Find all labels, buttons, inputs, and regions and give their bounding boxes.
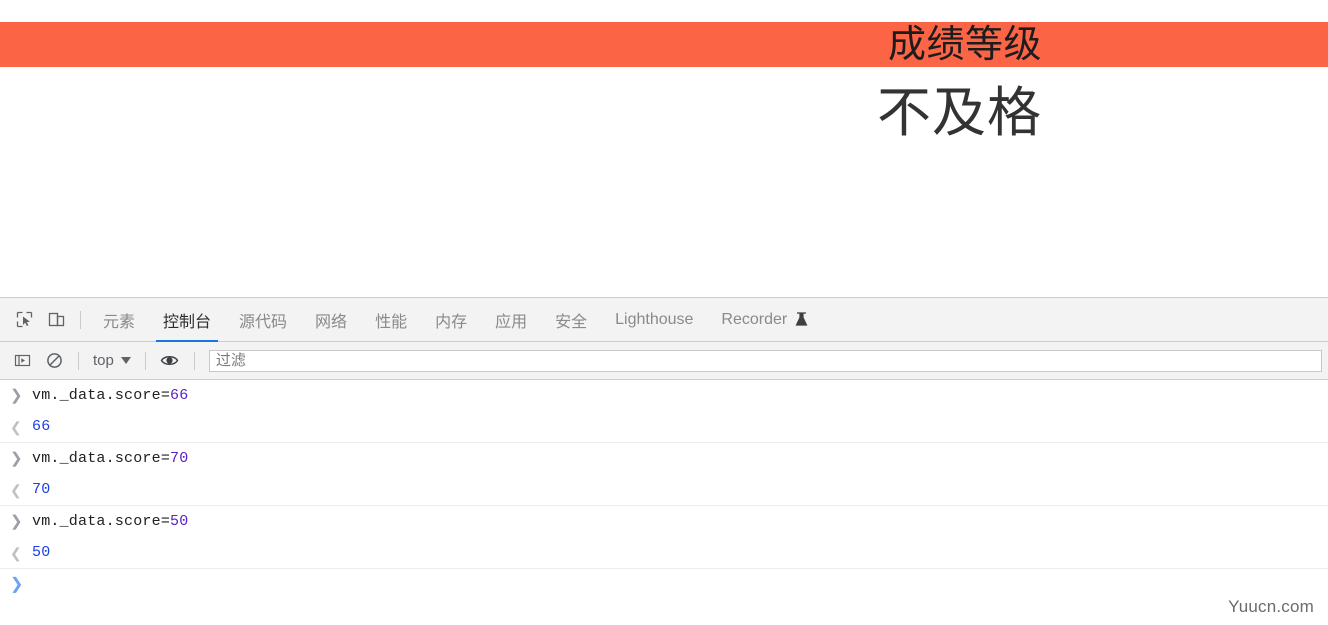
tab-console[interactable]: 控制台 (149, 298, 225, 342)
toolbar-divider (80, 310, 81, 329)
console-result: 50 (32, 544, 51, 561)
console-input-line[interactable]: ❯ vm._data.score= 70 (0, 443, 1328, 474)
console-result: 70 (32, 481, 51, 498)
output-arrow-icon: ❮ (10, 481, 22, 498)
tab-performance[interactable]: 性能 (361, 298, 421, 342)
tab-label: 源代码 (239, 313, 288, 331)
tab-sources[interactable]: 源代码 (225, 298, 301, 342)
tab-label: 控制台 (163, 313, 212, 331)
console-expression-value: 70 (170, 450, 189, 467)
input-arrow-icon: ❯ (10, 513, 23, 530)
console-prompt[interactable]: ❯ (0, 569, 1328, 600)
grade-result-text: 不及格 (877, 83, 1042, 143)
console-output-line: ❮ 66 (0, 411, 1328, 442)
output-arrow-icon: ❮ (10, 544, 22, 561)
console-entry-group: ❯ vm._data.score= 50 ❮ 50 (0, 506, 1328, 569)
tab-lighthouse[interactable]: Lighthouse (601, 298, 707, 342)
input-arrow-icon: ❯ (10, 450, 23, 467)
toolbar-divider (193, 351, 195, 370)
console-expression-value: 50 (170, 513, 189, 530)
execution-context-label: top (93, 352, 114, 369)
console-output-line: ❮ 70 (0, 474, 1328, 505)
watermark: Yuucn.com (1228, 597, 1314, 616)
console-result: 66 (32, 418, 51, 435)
console-entry-group: ❯ vm._data.score= 70 ❮ 70 (0, 443, 1328, 506)
input-arrow-icon: ❯ (10, 387, 23, 404)
rendered-page-area: 成绩等级 不及格 (0, 0, 1328, 297)
toolbar-divider (78, 351, 79, 370)
tab-label: 内存 (435, 313, 468, 331)
execution-context-selector[interactable]: top (87, 349, 137, 372)
console-output[interactable]: ❯ vm._data.score= 66 ❮ 66 ❯ vm._data.scor… (0, 380, 1328, 625)
tab-security[interactable]: 安全 (541, 298, 601, 342)
console-expression-value: 66 (170, 387, 189, 404)
console-filter-input[interactable] (208, 349, 1322, 372)
chevron-down-icon (120, 357, 131, 364)
console-output-line: ❮ 50 (0, 537, 1328, 568)
tab-network[interactable]: 网络 (301, 298, 361, 342)
tab-elements[interactable]: 元素 (89, 298, 149, 342)
tab-label: 网络 (315, 313, 348, 331)
devtools-tabbar: 元素 控制台 源代码 网络 性能 内存 应用 安全 Lighthouse Rec… (0, 298, 1328, 342)
tab-label: Recorder (721, 310, 788, 328)
inspect-element-icon[interactable] (8, 304, 40, 336)
tab-label: 安全 (555, 313, 588, 331)
console-expression: vm._data.score= (32, 450, 171, 467)
console-toolbar: top (0, 342, 1328, 380)
tab-label: 性能 (375, 313, 408, 331)
tab-label: Lighthouse (615, 310, 694, 328)
prompt-arrow-icon: ❯ (10, 575, 24, 593)
console-expression: vm._data.score= (32, 513, 171, 530)
tab-label: 应用 (495, 313, 528, 331)
console-input-line[interactable]: ❯ vm._data.score= 50 (0, 506, 1328, 537)
tab-memory[interactable]: 内存 (421, 298, 481, 342)
toolbar-divider (144, 351, 146, 370)
console-sidebar-icon[interactable] (6, 345, 38, 377)
flask-icon (795, 312, 808, 327)
clear-console-icon[interactable] (38, 345, 70, 377)
live-expression-eye-icon[interactable] (154, 345, 186, 377)
output-arrow-icon: ❮ (10, 418, 22, 435)
console-entry-group: ❯ vm._data.score= 66 ❮ 66 (0, 380, 1328, 443)
console-input-line[interactable]: ❯ vm._data.score= 66 (0, 380, 1328, 411)
grade-banner-title: 成绩等级 (887, 23, 1042, 66)
tab-recorder[interactable]: Recorder (707, 298, 822, 342)
device-toolbar-icon[interactable] (40, 304, 72, 336)
tab-application[interactable]: 应用 (481, 298, 541, 342)
grade-banner: 成绩等级 (0, 22, 1328, 67)
tab-label: 元素 (103, 313, 136, 331)
console-expression: vm._data.score= (32, 387, 171, 404)
devtools-panel: 元素 控制台 源代码 网络 性能 内存 应用 安全 Lighthouse Rec… (0, 297, 1328, 625)
